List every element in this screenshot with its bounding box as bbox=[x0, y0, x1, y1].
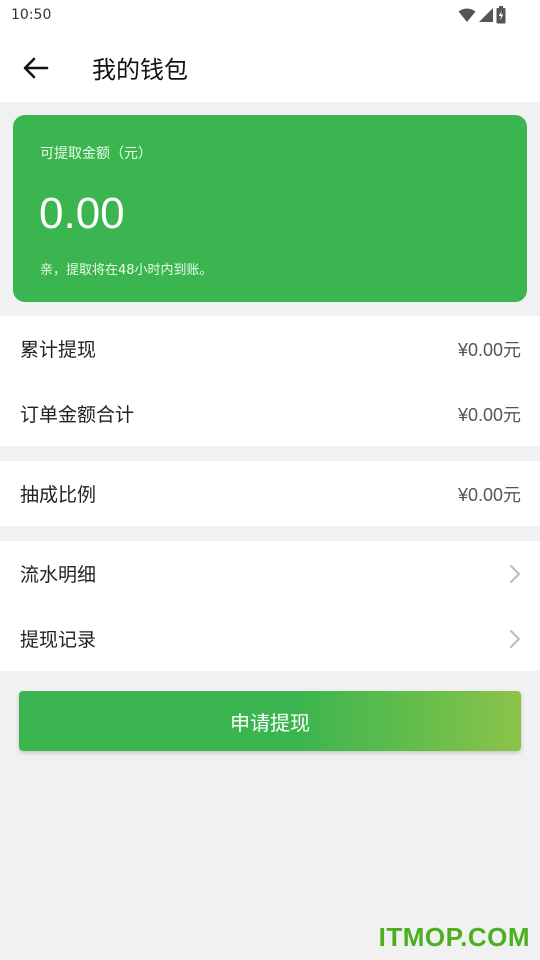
wifi-icon bbox=[458, 8, 476, 22]
balance-card: 可提取金额（元） 0.00 亲，提取将在48小时内到账。 bbox=[13, 115, 527, 302]
links-group: 流水明细 提现记录 bbox=[0, 541, 540, 671]
signal-icon bbox=[479, 8, 493, 22]
balance-label: 可提取金额（元） bbox=[40, 146, 152, 162]
title-bar: 我的钱包 bbox=[0, 32, 540, 102]
link-label: 提现记录 bbox=[20, 629, 97, 651]
stat-value: ¥0.00元 bbox=[457, 339, 521, 360]
status-bar: 10:50 bbox=[0, 0, 540, 32]
stat-value: ¥0.00元 bbox=[457, 404, 521, 425]
status-icons bbox=[458, 6, 506, 24]
stat-row-order-total: 订单金额合计 ¥0.00元 bbox=[0, 381, 540, 446]
link-row-withdrawal-records[interactable]: 提现记录 bbox=[0, 606, 540, 671]
back-button[interactable] bbox=[20, 52, 52, 84]
stat-label: 累计提现 bbox=[20, 339, 97, 361]
commission-label: 抽成比例 bbox=[20, 484, 97, 506]
commission-row: 抽成比例 ¥0.00元 bbox=[0, 461, 540, 526]
stats-group: 累计提现 ¥0.00元 订单金额合计 ¥0.00元 bbox=[0, 316, 540, 446]
chevron-right-icon bbox=[510, 629, 520, 648]
commission-value: ¥0.00元 bbox=[457, 484, 521, 505]
stat-label: 订单金额合计 bbox=[20, 404, 135, 426]
status-time: 10:50 bbox=[11, 7, 52, 23]
chevron-right-icon bbox=[510, 564, 520, 583]
link-row-transaction-details[interactable]: 流水明细 bbox=[0, 541, 540, 606]
link-label: 流水明细 bbox=[20, 564, 97, 586]
balance-note: 亲，提取将在48小时内到账。 bbox=[40, 263, 213, 278]
balance-amount: 0.00 bbox=[39, 189, 125, 238]
commission-group: 抽成比例 ¥0.00元 bbox=[0, 461, 540, 526]
apply-withdrawal-button[interactable]: 申请提现 bbox=[19, 691, 521, 751]
watermark-logo: ITMOP.COM bbox=[378, 922, 530, 952]
stat-row-total-withdrawn: 累计提现 ¥0.00元 bbox=[0, 316, 540, 381]
page-title: 我的钱包 bbox=[92, 56, 188, 84]
battery-charging-icon bbox=[496, 6, 506, 24]
arrow-left-icon bbox=[23, 57, 49, 79]
